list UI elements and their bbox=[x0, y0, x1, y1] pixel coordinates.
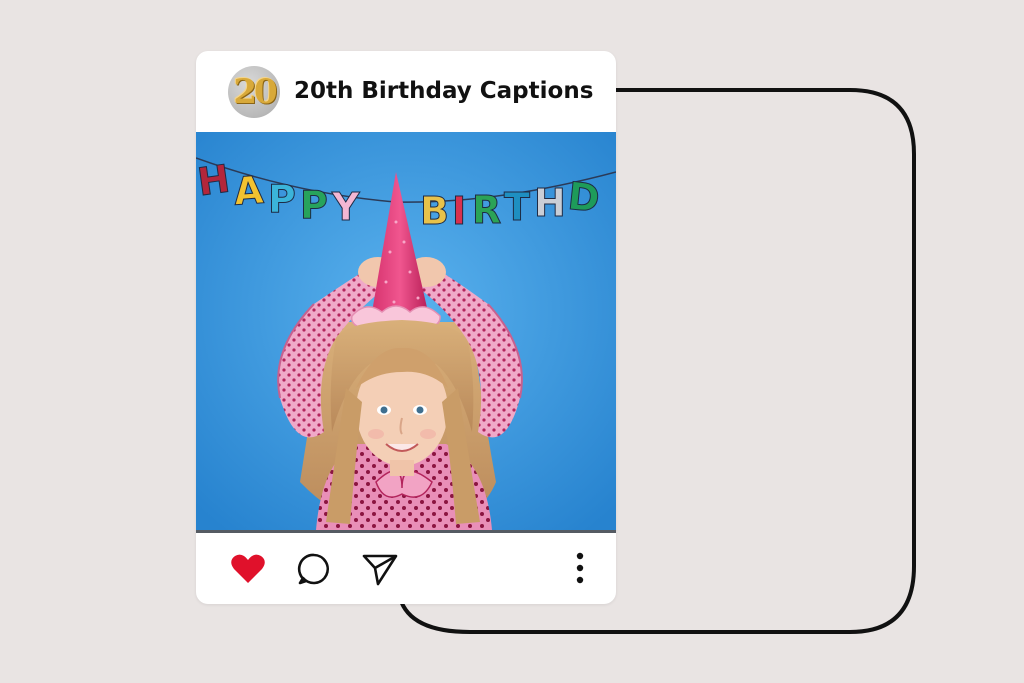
svg-text:H: H bbox=[196, 156, 233, 204]
avatar-number: 20 bbox=[233, 72, 277, 112]
svg-text:I: I bbox=[452, 189, 466, 233]
post-title: 20th Birthday Captions bbox=[294, 78, 594, 104]
post-photo[interactable]: H A P P Y B I R T H D bbox=[196, 132, 616, 530]
svg-text:B: B bbox=[420, 189, 449, 233]
avatar[interactable]: 20 bbox=[228, 66, 280, 118]
svg-text:T: T bbox=[504, 185, 530, 229]
social-post-card: 20 20th Birthday Captions H A P P Y B I … bbox=[196, 51, 616, 604]
heart-icon[interactable] bbox=[230, 553, 266, 585]
svg-text:Y: Y bbox=[331, 185, 360, 229]
svg-text:R: R bbox=[472, 188, 501, 232]
post-action-bar bbox=[196, 533, 616, 604]
photo-illustration: H A P P Y B I R T H D bbox=[196, 132, 616, 530]
post-header: 20 20th Birthday Captions bbox=[196, 51, 616, 131]
svg-text:D: D bbox=[566, 174, 602, 221]
svg-text:P: P bbox=[268, 177, 296, 221]
comment-icon[interactable] bbox=[297, 552, 331, 586]
svg-text:A: A bbox=[232, 168, 265, 214]
vertical-dots-icon[interactable] bbox=[568, 548, 592, 588]
svg-text:P: P bbox=[300, 183, 328, 227]
paper-plane-icon[interactable] bbox=[362, 552, 398, 586]
svg-text:H: H bbox=[534, 181, 566, 225]
